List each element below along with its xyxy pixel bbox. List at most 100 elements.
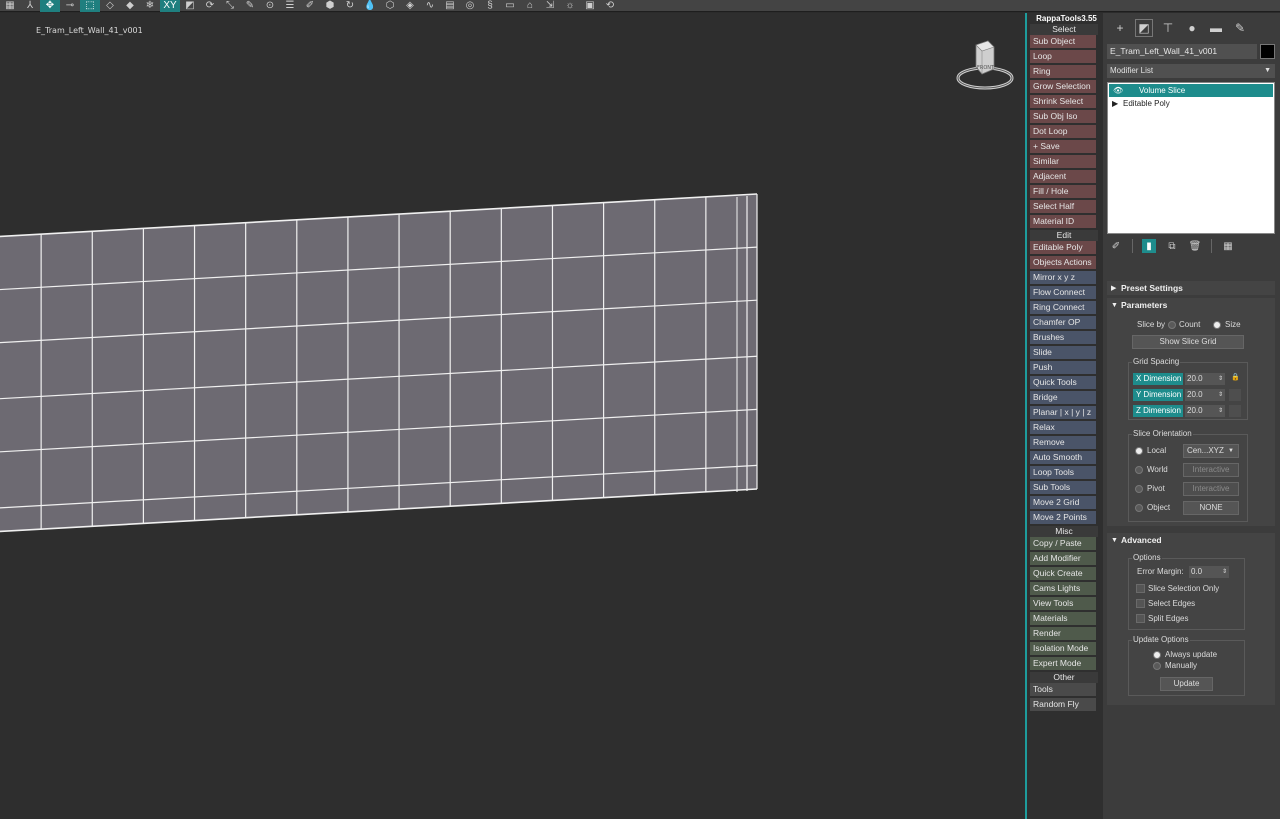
light-icon[interactable]: ⇲: [540, 0, 560, 12]
utilities-tab-icon[interactable]: ✎: [1231, 19, 1249, 37]
sun-icon[interactable]: ☼: [560, 0, 580, 12]
z-dimension-spinner[interactable]: 20.0 ⇕: [1185, 405, 1225, 417]
rappa-button-isolation-mode[interactable]: Isolation Mode: [1030, 642, 1096, 655]
magnet-icon[interactable]: ⊙: [260, 0, 280, 12]
rappa-button-fill-hole[interactable]: Fill / Hole: [1030, 185, 1096, 198]
object-radio[interactable]: [1135, 504, 1143, 512]
object-name-field[interactable]: E_Tram_Left_Wall_41_v001: [1107, 44, 1257, 59]
stack-item-volume-slice[interactable]: 👁 Volume Slice: [1109, 84, 1273, 97]
grid-icon[interactable]: ▦: [0, 0, 20, 12]
pivot-interactive-button[interactable]: Interactive: [1183, 482, 1239, 496]
rappa-button-push[interactable]: Push: [1030, 361, 1096, 374]
rappa-button-material-id[interactable]: Material ID: [1030, 215, 1096, 228]
world-interactive-button[interactable]: Interactive: [1183, 463, 1239, 477]
reload-icon[interactable]: ↻: [340, 0, 360, 12]
rappa-button-materials[interactable]: Materials: [1030, 612, 1096, 625]
rappa-button-ring[interactable]: Ring: [1030, 65, 1096, 78]
split-edges-checkbox[interactable]: [1136, 614, 1145, 623]
rappa-button-view-tools[interactable]: View Tools: [1030, 597, 1096, 610]
pin-icon[interactable]: ◆: [120, 0, 140, 12]
paint-icon[interactable]: ✎: [240, 0, 260, 12]
rappa-button-move-2-grid[interactable]: Move 2 Grid: [1030, 496, 1096, 509]
rappa-button-shrink-select[interactable]: Shrink Select: [1030, 95, 1096, 108]
show-slice-grid-button[interactable]: Show Slice Grid: [1132, 335, 1244, 349]
slice-selection-only-checkbox[interactable]: [1136, 584, 1145, 593]
rappa-button-objects-actions[interactable]: Objects Actions: [1030, 256, 1096, 269]
spinner-arrows-icon[interactable]: ⇕: [1218, 405, 1223, 417]
rappa-button-bridge[interactable]: Bridge: [1030, 391, 1096, 404]
select-edges-checkbox[interactable]: [1136, 599, 1145, 608]
spinner-arrows-icon[interactable]: ⇕: [1218, 373, 1223, 385]
globe-icon[interactable]: ◎: [460, 0, 480, 12]
spinner-arrows-icon[interactable]: ⇕: [1218, 389, 1223, 401]
local-radio[interactable]: [1135, 447, 1143, 455]
eye-icon[interactable]: 👁: [1113, 84, 1123, 97]
rappa-button-move-2-points[interactable]: Move 2 Points: [1030, 511, 1096, 524]
error-margin-spinner[interactable]: 0.0 ⇕: [1189, 566, 1229, 578]
select-icon[interactable]: ⅄: [20, 0, 40, 12]
rappa-button-add-modifier[interactable]: Add Modifier: [1030, 552, 1096, 565]
display-tab-icon[interactable]: ▬: [1207, 19, 1225, 37]
layers-icon[interactable]: ☰: [280, 0, 300, 12]
snap-icon[interactable]: ◩: [180, 0, 200, 12]
object-color-swatch[interactable]: [1260, 44, 1275, 59]
rappa-button-sub-obj-iso[interactable]: Sub Obj Iso: [1030, 110, 1096, 123]
scale-icon[interactable]: ⤡: [220, 0, 240, 12]
rappa-button-ring-connect[interactable]: Ring Connect: [1030, 301, 1096, 314]
rappa-button-save[interactable]: + Save: [1030, 140, 1096, 153]
rappa-button-adjacent[interactable]: Adjacent: [1030, 170, 1096, 183]
wall-mesh[interactable]: [0, 13, 1025, 819]
rappa-button-copy-paste[interactable]: Copy / Paste: [1030, 537, 1096, 550]
rappa-button-quick-tools[interactable]: Quick Tools: [1030, 376, 1096, 389]
camera-icon[interactable]: ⌂: [520, 0, 540, 12]
cube-icon[interactable]: ◈: [400, 0, 420, 12]
world-radio[interactable]: [1135, 466, 1143, 474]
rappa-button-select-half[interactable]: Select Half: [1030, 200, 1096, 213]
motion-tab-icon[interactable]: ●: [1183, 19, 1201, 37]
manually-radio[interactable]: [1153, 662, 1161, 670]
rappa-button-remove[interactable]: Remove: [1030, 436, 1096, 449]
viewport-label[interactable]: E_Tram_Left_Wall_41_v001: [36, 26, 143, 35]
y-dimension-spinner[interactable]: 20.0 ⇕: [1185, 389, 1225, 401]
update-button[interactable]: Update: [1160, 677, 1213, 691]
rappa-button-cams-lights[interactable]: Cams Lights: [1030, 582, 1096, 595]
pick-object-button[interactable]: NONE: [1183, 501, 1239, 515]
configure-modifier-sets-icon[interactable]: ▦: [1221, 239, 1235, 253]
render-icon[interactable]: ⬢: [320, 0, 340, 12]
preset-settings-header[interactable]: ▶ Preset Settings: [1107, 281, 1275, 296]
edit-icon[interactable]: ✐: [300, 0, 320, 12]
rappa-button-similar[interactable]: Similar: [1030, 155, 1096, 168]
frame-icon[interactable]: ▣: [580, 0, 600, 12]
bend-icon[interactable]: ◇: [100, 0, 120, 12]
snowflake-icon[interactable]: ❄: [140, 0, 160, 12]
create-tab-icon[interactable]: +: [1111, 19, 1129, 37]
rappa-button-loop-tools[interactable]: Loop Tools: [1030, 466, 1096, 479]
modifier-list-dropdown[interactable]: Modifier List ▼: [1107, 64, 1275, 78]
rappa-button-auto-smooth[interactable]: Auto Smooth: [1030, 451, 1096, 464]
rappa-button-render[interactable]: Render: [1030, 627, 1096, 640]
rappa-button-sub-object[interactable]: Sub Object: [1030, 35, 1096, 48]
x-dimension-spinner[interactable]: 20.0 ⇕: [1185, 373, 1225, 385]
rappa-button-slide[interactable]: Slide: [1030, 346, 1096, 359]
rappa-button-planar-x-y-z[interactable]: Planar | x | y | z: [1030, 406, 1096, 419]
rappa-button-chamfer-op[interactable]: Chamfer OP: [1030, 316, 1096, 329]
local-axis-dropdown[interactable]: Cen...XYZ ▼: [1183, 444, 1239, 458]
refresh-icon[interactable]: ⟲: [600, 0, 620, 12]
rappa-button-brushes[interactable]: Brushes: [1030, 331, 1096, 344]
rappa-button-mirror-x-y-z[interactable]: Mirror x y z: [1030, 271, 1096, 284]
select-region-icon[interactable]: ⬚: [80, 0, 100, 12]
list-icon[interactable]: ▤: [440, 0, 460, 12]
expand-triangle-icon[interactable]: ▶: [1112, 97, 1118, 110]
box-icon[interactable]: ▭: [500, 0, 520, 12]
rappa-button-sub-tools[interactable]: Sub Tools: [1030, 481, 1096, 494]
show-end-result-icon[interactable]: ▮: [1142, 239, 1156, 253]
make-unique-icon[interactable]: ⧉: [1165, 239, 1179, 253]
advanced-header[interactable]: ▼ Advanced: [1107, 533, 1275, 548]
rappa-button-dot-loop[interactable]: Dot Loop: [1030, 125, 1096, 138]
size-radio[interactable]: [1213, 321, 1221, 329]
curve-icon[interactable]: ∿: [420, 0, 440, 12]
rappa-button-random-fly[interactable]: Random Fly: [1030, 698, 1096, 711]
lock-icon[interactable]: 🔒: [1231, 373, 1240, 381]
preset-settings-rollout[interactable]: ▶ Preset Settings: [1107, 281, 1275, 295]
rappa-button-quick-create[interactable]: Quick Create: [1030, 567, 1096, 580]
